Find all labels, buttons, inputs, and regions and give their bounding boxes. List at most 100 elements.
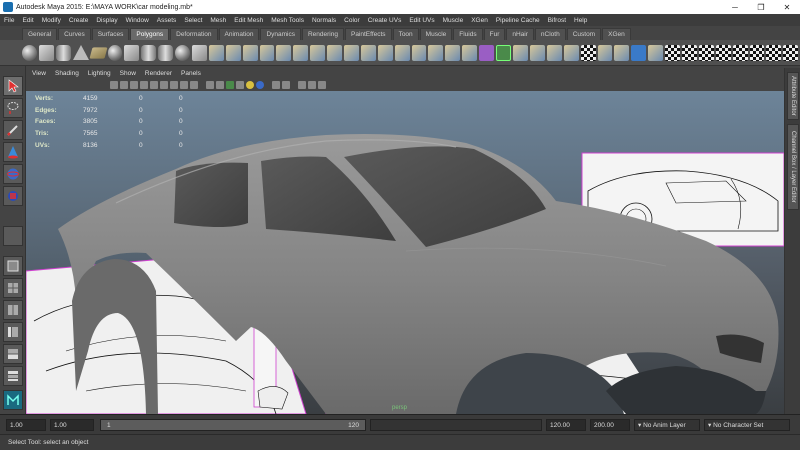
checker-a-icon[interactable] [665,44,680,61]
menu-display[interactable]: Display [96,17,117,24]
shelf-tab-fur[interactable]: Fur [483,28,506,40]
cylinder-icon[interactable] [55,44,71,61]
character-set-dropdown[interactable]: ▾ No Character Set [704,419,790,431]
append-icon[interactable] [394,44,410,61]
prism-icon[interactable] [124,44,140,61]
film-gate-icon[interactable] [160,81,168,89]
torus-icon[interactable] [107,44,123,61]
shelf-tab-xgen[interactable]: XGen [602,28,631,40]
lights-icon[interactable] [246,81,254,89]
checker-f-icon[interactable] [749,44,765,61]
end-time-field[interactable]: 200.00 [590,419,630,431]
shelf-tab-polygons[interactable]: Polygons [130,28,170,40]
slide-edge-icon[interactable] [462,44,478,61]
helix-icon[interactable] [158,44,174,61]
offset-loop-icon[interactable] [445,44,461,61]
xray-icon[interactable] [308,81,316,89]
extract-icon[interactable] [242,44,258,61]
menu-pipeline-cache[interactable]: Pipeline Cache [496,17,540,24]
panel-menu-renderer[interactable]: Renderer [145,70,172,77]
last-tool-button[interactable] [3,226,23,246]
menu-muscle[interactable]: Muscle [443,17,464,24]
sphere-icon[interactable] [22,44,37,61]
shelf-tab-rendering[interactable]: Rendering [301,28,344,40]
isolate-select-icon[interactable] [298,81,306,89]
menu-bifrost[interactable]: Bifrost [548,17,566,24]
shelf-tab-surfaces[interactable]: Surfaces [91,28,130,40]
menu-create-uvs[interactable]: Create UVs [368,17,402,24]
panel-menu-shading[interactable]: Shading [55,70,79,77]
platonic-icon[interactable] [192,44,207,61]
paint-select-tool-button[interactable] [3,120,23,140]
menu-assets[interactable]: Assets [157,17,177,24]
auto-uv-icon[interactable] [648,44,664,61]
hypershade-layout-button[interactable] [3,366,23,386]
pipe-sel-icon[interactable] [479,44,495,61]
shelf-tab-fluids[interactable]: Fluids [453,28,483,40]
shelf-tab-painteffects[interactable]: PaintEffects [344,28,392,40]
checker-c-icon[interactable] [698,44,714,61]
textured-icon[interactable] [236,81,244,89]
smooth-icon[interactable] [276,44,292,61]
shadows-icon[interactable] [256,81,264,89]
shelf-tab-muscle[interactable]: Muscle [419,28,453,40]
attribute-editor-tab[interactable]: Attribute Editor [787,72,799,120]
smooth-shade-icon[interactable] [216,81,224,89]
menu-window[interactable]: Window [126,17,149,24]
checker-uv-icon[interactable] [580,44,596,61]
shelf-tab-animation[interactable]: Animation [218,28,260,40]
anim-layer-dropdown[interactable]: ▾ No Anim Layer [634,419,700,431]
menu-select[interactable]: Select [184,17,202,24]
four-pane-layout-button[interactable] [3,278,23,298]
graph-layout-button[interactable] [3,344,23,364]
menu-create[interactable]: Create [69,17,89,24]
channel-box-tab[interactable]: Channel Box / Layer Editor [787,124,799,210]
maximize-button[interactable]: ❐ [748,0,774,14]
extrude-icon[interactable] [360,44,376,61]
pipe-icon[interactable] [141,44,157,61]
close-button[interactable]: ✕ [774,0,800,14]
wireframe-icon[interactable] [206,81,214,89]
start-time-field[interactable]: 1.00 [6,419,46,431]
separate-icon[interactable] [225,44,241,61]
scale-tool-button[interactable] [3,186,23,206]
soccer-ball-icon[interactable] [175,44,191,61]
quadrangulate-icon[interactable] [344,44,359,61]
menu-edit[interactable]: Edit [22,17,33,24]
mirror-icon[interactable] [513,44,528,61]
menu-mesh[interactable]: Mesh [210,17,226,24]
persp-outliner-layout-button[interactable] [3,322,23,342]
spherical-icon[interactable] [631,44,647,61]
menu-color[interactable]: Color [344,17,360,24]
shelf-tab-toon[interactable]: Toon [392,28,419,40]
menu-edit-mesh[interactable]: Edit Mesh [234,17,263,24]
checker-e-icon[interactable] [732,44,748,61]
shelf-tab-ncloth[interactable]: nCloth [534,28,566,40]
insert-loop-icon[interactable] [428,44,444,61]
perspective-viewport[interactable]: Verts: 4159 0 0 Edges: 7972 0 0 Faces: 3805 0 0 Tris… [26,91,784,414]
shelf-tab-general[interactable]: General [22,28,58,40]
grid-icon[interactable] [150,81,158,89]
plane-icon[interactable] [89,46,108,59]
playback-end-field[interactable]: 120.00 [546,419,586,431]
checker-g-icon[interactable] [766,44,782,61]
menu-normals[interactable]: Normals [312,17,336,24]
shelf-tab-nhair[interactable]: nHair [506,28,534,40]
split-icon[interactable] [411,44,427,61]
average-icon[interactable] [293,44,309,61]
fill-hole-icon[interactable] [310,44,326,61]
playback-range-slider[interactable]: 1 120 [100,419,366,431]
checker-h-icon[interactable] [783,44,799,61]
select-tool-button[interactable] [3,76,23,96]
camera-select-icon[interactable] [110,81,118,89]
menu-help[interactable]: Help [574,17,587,24]
panel-menu-panels[interactable]: Panels [181,70,201,77]
snap-icon[interactable] [563,44,579,61]
bridge-icon[interactable] [377,44,393,61]
wireframe-on-shaded-icon[interactable] [226,81,234,89]
menu-mesh-tools[interactable]: Mesh Tools [271,17,304,24]
tool-green-icon[interactable] [496,44,512,61]
shelf-tab-curves[interactable]: Curves [58,28,91,40]
cone-icon[interactable] [72,45,89,60]
antialias-icon[interactable] [282,81,290,89]
